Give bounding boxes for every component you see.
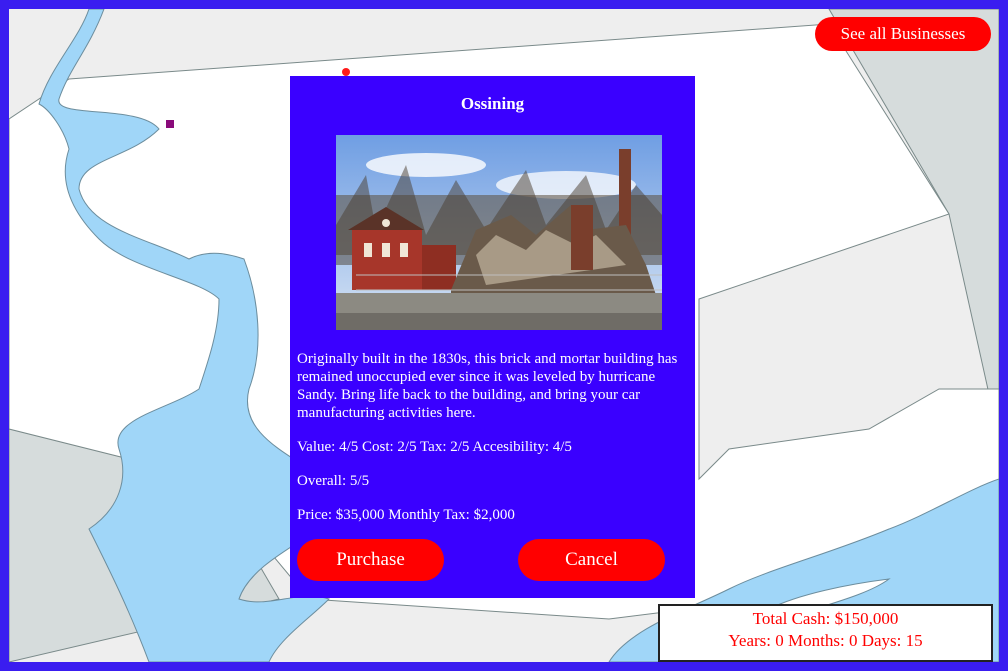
business-marker-other[interactable] (166, 120, 174, 128)
business-description: Originally built in the 1830s, this bric… (297, 351, 678, 421)
see-all-businesses-button[interactable]: See all Businesses (815, 17, 991, 51)
business-price: Price: $35,000 Monthly Tax: $2,000 (297, 507, 515, 523)
status-panel: Total Cash: $150,000 Years: 0 Months: 0 … (658, 604, 993, 662)
modal-title: Ossining (460, 94, 525, 113)
cancel-button[interactable]: Cancel (518, 539, 665, 581)
business-overall-rating: Overall: 5/5 (297, 473, 370, 489)
business-marker-ossining[interactable] (342, 68, 350, 76)
ruined-building-image (336, 135, 662, 330)
purchase-button[interactable]: Purchase (297, 539, 444, 581)
business-ratings: Value: 4/5 Cost: 2/5 Tax: 2/5 Accesibili… (297, 439, 572, 455)
business-photo (336, 135, 662, 330)
total-cash: Total Cash: $150,000 (752, 609, 899, 628)
elapsed-time: Years: 0 Months: 0 Days: 15 (728, 631, 923, 650)
business-detail-modal: Ossining Originally built in the 1830s, … (290, 76, 695, 598)
